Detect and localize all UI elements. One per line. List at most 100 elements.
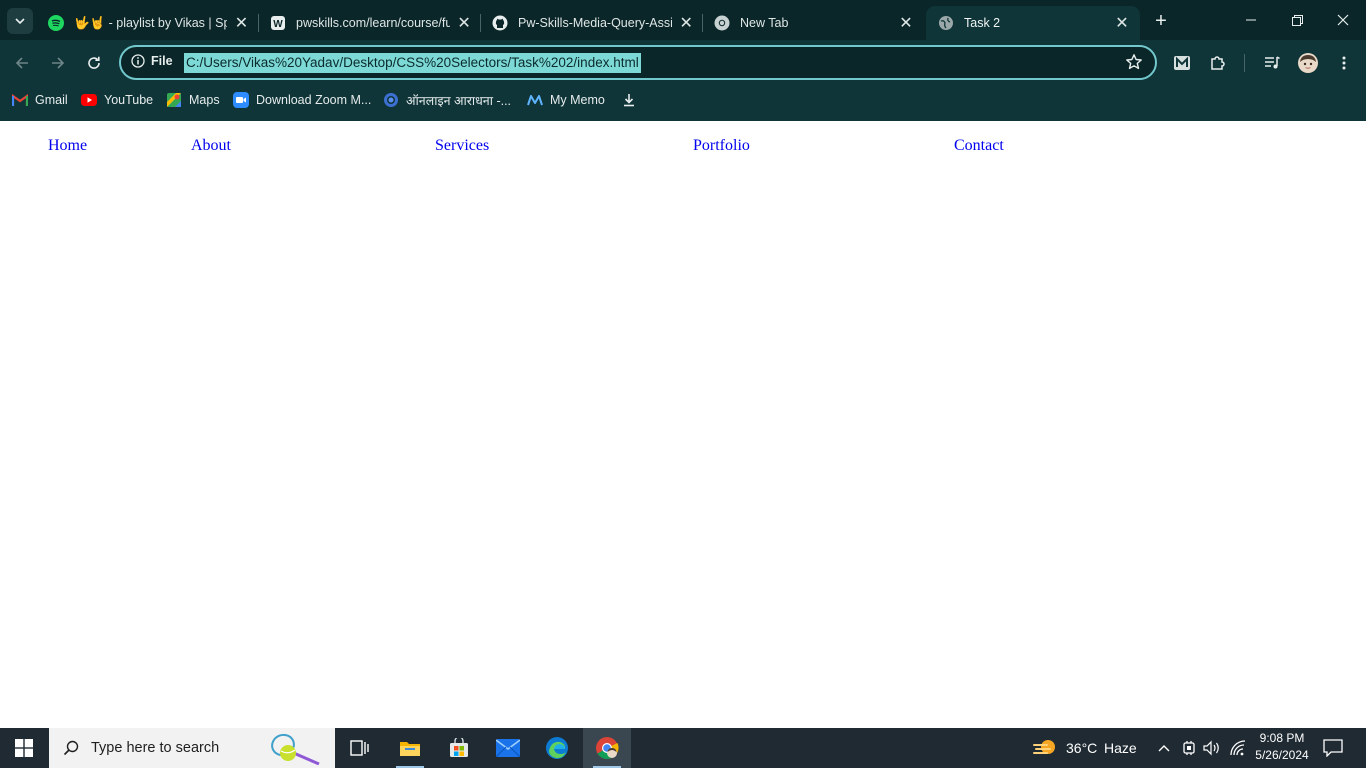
weather-condition[interactable]: Haze: [1104, 740, 1137, 756]
restore-button[interactable]: [1274, 0, 1320, 40]
close-icon[interactable]: ✕: [1112, 13, 1132, 33]
nav-services-link[interactable]: Services: [435, 137, 489, 155]
tab-title: Pw-Skills-Media-Query-Assignment: [518, 16, 673, 30]
edge-button[interactable]: [533, 728, 581, 768]
arrow-right-icon: [52, 57, 65, 69]
media-control-icon[interactable]: [1260, 51, 1284, 75]
bookmark-youtube[interactable]: YouTube: [81, 88, 153, 112]
mail-button[interactable]: [484, 728, 532, 768]
chevron-down-icon: [15, 18, 25, 25]
edge-icon: [546, 737, 568, 759]
mail-icon: [496, 739, 520, 757]
bookmark-label: ऑनलाइन आराधना -...: [406, 93, 512, 108]
chevron-up-icon[interactable]: [1157, 741, 1171, 758]
task-view-button[interactable]: [336, 728, 384, 768]
mymemo-extension-icon[interactable]: [1170, 51, 1194, 75]
tab-search-button[interactable]: [7, 8, 33, 34]
taskbar-clock[interactable]: 9:08 PM 5/26/2024: [1248, 730, 1316, 764]
bookmark-my-memo[interactable]: My Memo: [527, 88, 605, 112]
zoom-icon: [233, 92, 249, 108]
clock-time: 9:08 PM: [1259, 731, 1305, 745]
nav-about-link[interactable]: About: [191, 137, 231, 155]
browser-window-chrome: 🤟🤘 - playlist by Vikas | Spotify ✕ W pws…: [0, 0, 1366, 121]
address-bar[interactable]: File C:/Users/Vikas%20Yadav/Desktop/CSS%…: [119, 45, 1157, 80]
tab-new-tab[interactable]: New Tab ✕: [702, 6, 924, 40]
tab-github[interactable]: Pw-Skills-Media-Query-Assignment ✕: [480, 6, 702, 40]
profile-avatar-icon[interactable]: [1296, 51, 1320, 75]
minimize-icon: [1246, 19, 1256, 21]
bookmark-label: Download Zoom M...: [256, 93, 372, 107]
microsoft-store-icon: [450, 738, 468, 757]
windows-logo-icon: [15, 739, 33, 757]
tab-spotify[interactable]: 🤟🤘 - playlist by Vikas | Spotify ✕: [36, 6, 258, 40]
minimize-button[interactable]: [1228, 0, 1274, 40]
nav-home-link[interactable]: Home: [48, 137, 87, 155]
back-button[interactable]: [9, 50, 35, 76]
close-icon[interactable]: ✕: [678, 13, 694, 33]
pwskills-icon: W: [270, 15, 286, 31]
spotify-icon: [48, 15, 64, 31]
youtube-icon: [81, 92, 97, 108]
tab-title: New Tab: [740, 16, 789, 30]
forward-button[interactable]: [45, 50, 71, 76]
clock-date: 5/26/2024: [1255, 748, 1309, 762]
tab-task-2[interactable]: Task 2 ✕: [926, 6, 1140, 40]
maps-icon: [166, 92, 182, 108]
volume-icon[interactable]: [1203, 740, 1221, 759]
github-icon: [492, 15, 508, 31]
chrome-button[interactable]: [583, 728, 631, 768]
weather-temperature[interactable]: 36°C: [1066, 740, 1097, 756]
nav-portfolio-link[interactable]: Portfolio: [693, 137, 750, 155]
extensions-puzzle-icon[interactable]: [1206, 51, 1230, 75]
tab-strip: 🤟🤘 - playlist by Vikas | Spotify ✕ W pws…: [0, 0, 1366, 40]
tab-title: Task 2: [964, 16, 1001, 30]
bookmark-maps[interactable]: Maps: [166, 88, 220, 112]
close-icon: [1337, 14, 1349, 26]
globe-icon: [938, 15, 954, 31]
new-tab-button[interactable]: +: [1149, 9, 1173, 33]
file-explorer-icon: [400, 742, 420, 756]
bookmark-online-aradhana[interactable]: ऑनलाइन आराधना -...: [383, 88, 511, 112]
tab-title: pwskills.com/learn/course/full-stack: [296, 16, 451, 30]
more-menu-icon[interactable]: [1332, 51, 1356, 75]
url-text[interactable]: C:/Users/Vikas%20Yadav/Desktop/CSS%20Sel…: [184, 53, 641, 73]
close-icon[interactable]: ✕: [896, 13, 916, 33]
microsoft-store-button[interactable]: [435, 728, 483, 768]
close-window-button[interactable]: [1320, 0, 1366, 40]
chrome-icon: [714, 15, 730, 31]
reload-icon: [88, 56, 100, 69]
bookmark-label: Gmail: [35, 93, 68, 107]
close-icon[interactable]: ✕: [233, 13, 250, 33]
bookmark-label: Maps: [189, 93, 220, 107]
nav-contact-link[interactable]: Contact: [954, 137, 1004, 155]
task-view-icon: [350, 740, 369, 756]
file-explorer-button[interactable]: [386, 728, 434, 768]
bookmark-label: My Memo: [550, 93, 605, 107]
tab-pwskills[interactable]: W pwskills.com/learn/course/full-stack ✕: [258, 6, 480, 40]
start-button[interactable]: [0, 728, 48, 768]
close-icon[interactable]: ✕: [456, 13, 472, 33]
bookmark-label: YouTube: [104, 93, 154, 107]
tab-title: 🤟🤘 - playlist by Vikas | Spotify: [74, 15, 227, 30]
chrome-icon: [596, 737, 619, 759]
gmail-icon: [12, 92, 28, 108]
bookmark-star-icon[interactable]: [1125, 53, 1143, 74]
site-info-button[interactable]: File: [131, 54, 173, 68]
bookmark-zoom[interactable]: Download Zoom M...: [233, 88, 371, 112]
toolbar-divider: [1244, 54, 1245, 72]
taskbar-search-box[interactable]: Type here to search: [49, 728, 335, 768]
bookmark-gmail[interactable]: Gmail: [12, 88, 68, 112]
security-label: File: [151, 54, 173, 68]
search-icon: [63, 740, 79, 756]
bookmarks-bar: Gmail YouTube Maps Download Zoom M... ऑन…: [0, 88, 1366, 112]
weather-icon[interactable]: [1033, 738, 1059, 761]
info-icon: [131, 54, 145, 68]
reload-button[interactable]: [81, 50, 107, 76]
restore-icon: [1291, 14, 1303, 26]
notification-center-icon[interactable]: [1323, 739, 1343, 760]
device-icon[interactable]: [1181, 740, 1197, 759]
wifi-icon[interactable]: [1229, 740, 1247, 759]
download-bookmark-button[interactable]: [621, 88, 644, 112]
download-icon: [621, 92, 637, 108]
search-highlight-icon: [271, 733, 320, 765]
